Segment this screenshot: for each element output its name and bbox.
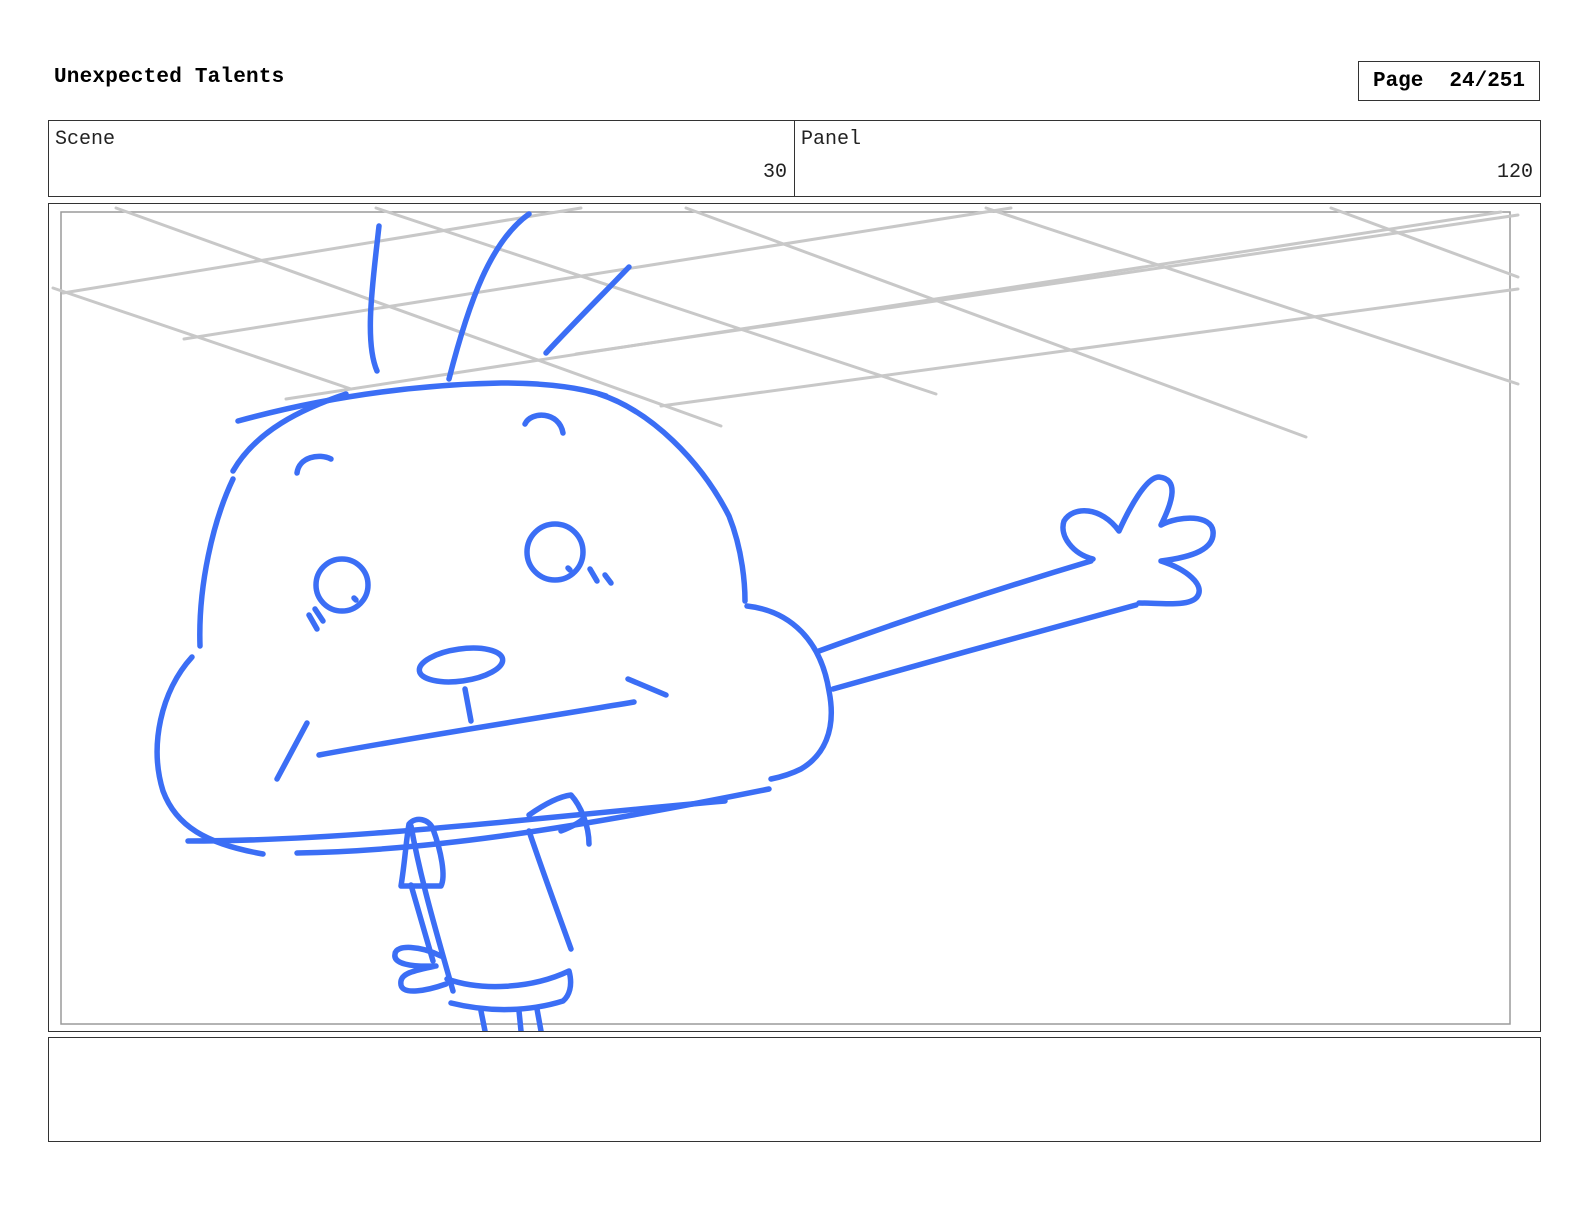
- mouth-corner: [625, 676, 669, 698]
- arm-upper: [816, 558, 1094, 654]
- mouth: [316, 699, 637, 758]
- leg: [478, 1008, 488, 1031]
- page-label: Page: [1372, 69, 1424, 93]
- eye-mark: [602, 572, 614, 586]
- nose: [416, 645, 506, 685]
- document-title: Unexpected Talents: [54, 66, 285, 89]
- shorts: [444, 968, 574, 1013]
- pupil: [351, 595, 359, 603]
- panel-label: Panel: [801, 128, 862, 151]
- head-right: [596, 391, 748, 604]
- eye-mark: [587, 566, 600, 584]
- cheek-right: [744, 603, 835, 782]
- hair-strand: [367, 223, 382, 374]
- brow-right: [522, 412, 566, 436]
- panel-cell: Panel 120: [794, 121, 1540, 196]
- cheek-line: [274, 720, 310, 782]
- scene-panel-header: Scene 30 Panel 120: [48, 120, 1541, 197]
- pupil: [565, 565, 573, 573]
- scene-cell: Scene 30: [49, 121, 794, 196]
- head-lower-left: [154, 654, 266, 857]
- head-left-side: [197, 476, 236, 649]
- eye-left: [313, 556, 371, 614]
- scene-label: Scene: [55, 128, 116, 151]
- storyboard-sketch: [51, 206, 1520, 1031]
- leg: [534, 1006, 544, 1031]
- page-number: 24/251: [1449, 69, 1526, 93]
- eye-right: [524, 521, 586, 583]
- eye-mark: [306, 612, 320, 632]
- eye-mark: [312, 606, 326, 624]
- hand-small: [392, 944, 449, 994]
- storyboard-frame: [48, 203, 1541, 1032]
- hand: [1060, 474, 1216, 607]
- chin-line: [185, 798, 728, 844]
- leg: [516, 1008, 524, 1031]
- ceiling-grid: [51, 206, 1520, 439]
- scene-value: 30: [762, 161, 787, 184]
- panel-value: 120: [1496, 161, 1533, 184]
- page-indicator: Page 24/251: [1358, 61, 1540, 101]
- body-right: [526, 828, 574, 952]
- nose-line: [462, 686, 474, 724]
- notes-box[interactable]: [48, 1037, 1541, 1142]
- brow-left: [294, 453, 334, 476]
- arm-lower: [830, 602, 1139, 692]
